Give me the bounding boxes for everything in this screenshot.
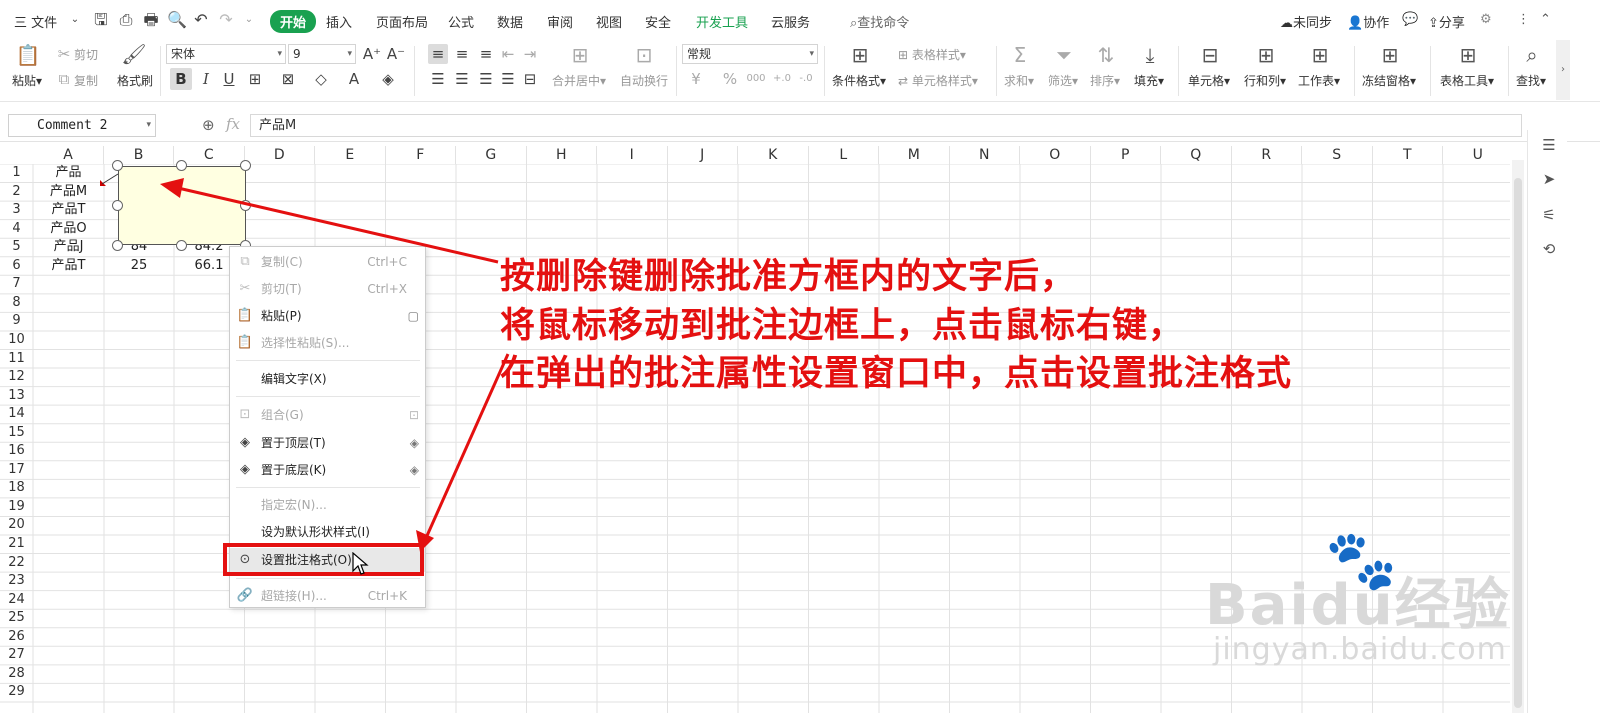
annotation-line-3: 在弹出的批注属性设置窗口中，点击设置批注格式 <box>500 353 1293 394</box>
scrollbar-thumb[interactable] <box>1514 178 1522 708</box>
history-icon[interactable]: ⟲ <box>1540 240 1558 258</box>
paw-icon: 🐾 <box>1325 526 1398 594</box>
side-panel: ☰ ➤ ⚟ ⟲ <box>1527 130 1567 713</box>
adjust-sliders-icon[interactable]: ⚟ <box>1540 206 1558 224</box>
annotation-line-1: 按删除键删除批准方框内的文字后， <box>500 256 1077 297</box>
vertical-scrollbar[interactable] <box>1512 160 1524 713</box>
watermark: 🐾 Baidu经验 jingyan.baidu.com <box>1205 526 1511 667</box>
panel-toggle-icon[interactable]: ☰ <box>1540 136 1558 154</box>
annotation-line-2: 将鼠标移动到批注边框上，点击鼠标右键， <box>500 305 1185 346</box>
select-cursor-icon[interactable]: ➤ <box>1540 170 1558 188</box>
